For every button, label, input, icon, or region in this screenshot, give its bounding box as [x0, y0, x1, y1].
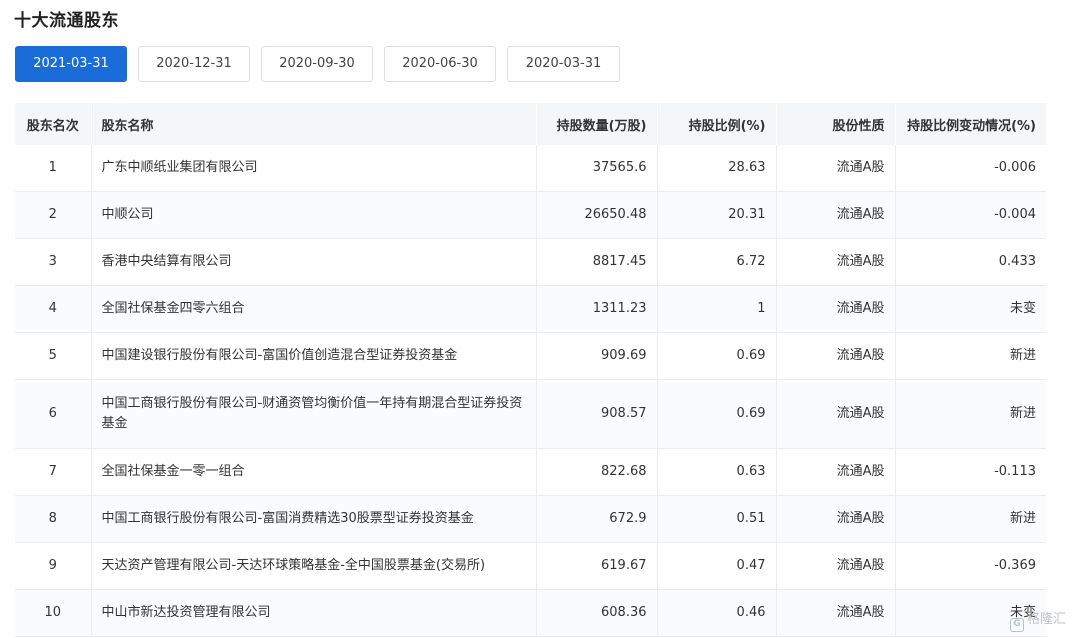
- table-row: 1 广东中顺纸业集团有限公司 37565.6 28.63 流通A股 -0.006: [15, 145, 1046, 192]
- cell-type: 流通A股: [776, 495, 896, 543]
- tab-2020-06-30[interactable]: 2020-06-30: [384, 46, 496, 82]
- cell-rank: 8: [15, 495, 92, 543]
- cell-shares: 608.36: [536, 589, 658, 637]
- cell-change: 0.433: [895, 238, 1046, 286]
- table-row: 3 香港中央结算有限公司 8817.45 6.72 流通A股 0.433: [15, 238, 1046, 286]
- cell-rank: 3: [15, 238, 92, 286]
- cell-ratio: 0.46: [657, 589, 777, 637]
- cell-type: 流通A股: [776, 145, 896, 192]
- cell-shares: 37565.6: [536, 145, 658, 192]
- cell-type: 流通A股: [776, 542, 896, 590]
- cell-type: 流通A股: [776, 191, 896, 239]
- cell-change: -0.006: [895, 145, 1046, 192]
- cell-type: 流通A股: [776, 332, 896, 380]
- watermark: G 格隆汇: [1009, 608, 1066, 632]
- cell-ratio: 0.47: [657, 542, 777, 590]
- tab-2020-09-30[interactable]: 2020-09-30: [261, 46, 373, 82]
- header-rank: 股东名次: [15, 103, 92, 145]
- cell-ratio: 28.63: [657, 145, 777, 192]
- cell-ratio: 0.69: [657, 379, 777, 449]
- table-row: 6 中国工商银行股份有限公司-财通资管均衡价值一年持有期混合型证券投资基金 90…: [15, 379, 1046, 449]
- cell-rank: 2: [15, 191, 92, 239]
- table-row: 10 中山市新达投资管理有限公司 608.36 0.46 流通A股 未变: [15, 589, 1046, 637]
- tab-2021-03-31[interactable]: 2021-03-31: [15, 46, 127, 82]
- cell-type: 流通A股: [776, 448, 896, 496]
- cell-rank: 10: [15, 589, 92, 637]
- cell-change: 新进: [895, 332, 1046, 380]
- cell-shares: 26650.48: [536, 191, 658, 239]
- cell-type: 流通A股: [776, 379, 896, 449]
- cell-name: 全国社保基金一零一组合: [91, 448, 537, 496]
- page-title: 十大流通股东: [14, 11, 119, 31]
- cell-shares: 1311.23: [536, 285, 658, 333]
- cell-shares: 8817.45: [536, 238, 658, 286]
- shareholders-table: 股东名次 股东名称 持股数量(万股) 持股比例(%) 股份性质 持股比例变动情况…: [15, 103, 1046, 637]
- gelonghui-logo-icon: G: [1009, 618, 1024, 632]
- cell-rank: 7: [15, 448, 92, 496]
- table-row: 2 中顺公司 26650.48 20.31 流通A股 -0.004: [15, 191, 1046, 239]
- table-row: 9 天达资产管理有限公司-天达环球策略基金-全中国股票基金(交易所) 619.6…: [15, 542, 1046, 590]
- cell-shares: 619.67: [536, 542, 658, 590]
- cell-shares: 909.69: [536, 332, 658, 380]
- cell-change: -0.369: [895, 542, 1046, 590]
- cell-type: 流通A股: [776, 589, 896, 637]
- table-row: 8 中国工商银行股份有限公司-富国消费精选30股票型证券投资基金 672.9 0…: [15, 495, 1046, 543]
- cell-ratio: 6.72: [657, 238, 777, 286]
- cell-rank: 4: [15, 285, 92, 333]
- cell-name: 广东中顺纸业集团有限公司: [91, 145, 537, 192]
- tab-2020-03-31[interactable]: 2020-03-31: [507, 46, 620, 82]
- table-row: 4 全国社保基金四零六组合 1311.23 1 流通A股 未变: [15, 285, 1046, 333]
- table-header-row: 股东名次 股东名称 持股数量(万股) 持股比例(%) 股份性质 持股比例变动情况…: [15, 103, 1046, 145]
- cell-name: 中国建设银行股份有限公司-富国价值创造混合型证券投资基金: [91, 332, 537, 380]
- cell-change: -0.113: [895, 448, 1046, 496]
- cell-rank: 5: [15, 332, 92, 380]
- cell-change: 新进: [895, 379, 1046, 449]
- cell-name: 中山市新达投资管理有限公司: [91, 589, 537, 637]
- cell-ratio: 1: [657, 285, 777, 333]
- header-type: 股份性质: [776, 103, 896, 145]
- cell-type: 流通A股: [776, 238, 896, 286]
- cell-name: 天达资产管理有限公司-天达环球策略基金-全中国股票基金(交易所): [91, 542, 537, 590]
- cell-shares: 822.68: [536, 448, 658, 496]
- cell-rank: 6: [15, 379, 92, 449]
- cell-name: 中顺公司: [91, 191, 537, 239]
- cell-name: 中国工商银行股份有限公司-富国消费精选30股票型证券投资基金: [91, 495, 537, 543]
- header-change: 持股比例变动情况(%): [895, 103, 1046, 145]
- cell-name: 全国社保基金四零六组合: [91, 285, 537, 333]
- watermark-text: 格隆汇: [1026, 612, 1066, 627]
- cell-type: 流通A股: [776, 285, 896, 333]
- tab-2020-12-31[interactable]: 2020-12-31: [138, 46, 250, 82]
- cell-ratio: 0.51: [657, 495, 777, 543]
- table-row: 7 全国社保基金一零一组合 822.68 0.63 流通A股 -0.113: [15, 448, 1046, 496]
- cell-shares: 908.57: [536, 379, 658, 449]
- cell-name: 中国工商银行股份有限公司-财通资管均衡价值一年持有期混合型证券投资基金: [91, 379, 537, 449]
- table-row: 5 中国建设银行股份有限公司-富国价值创造混合型证券投资基金 909.69 0.…: [15, 332, 1046, 380]
- cell-ratio: 0.69: [657, 332, 777, 380]
- cell-ratio: 0.63: [657, 448, 777, 496]
- cell-change: 新进: [895, 495, 1046, 543]
- header-ratio: 持股比例(%): [657, 103, 777, 145]
- header-shares: 持股数量(万股): [536, 103, 658, 145]
- cell-rank: 9: [15, 542, 92, 590]
- cell-rank: 1: [15, 145, 92, 192]
- cell-ratio: 20.31: [657, 191, 777, 239]
- cell-change: 未变: [895, 285, 1046, 333]
- cell-name: 香港中央结算有限公司: [91, 238, 537, 286]
- cell-change: -0.004: [895, 191, 1046, 239]
- header-name: 股东名称: [91, 103, 537, 145]
- cell-shares: 672.9: [536, 495, 658, 543]
